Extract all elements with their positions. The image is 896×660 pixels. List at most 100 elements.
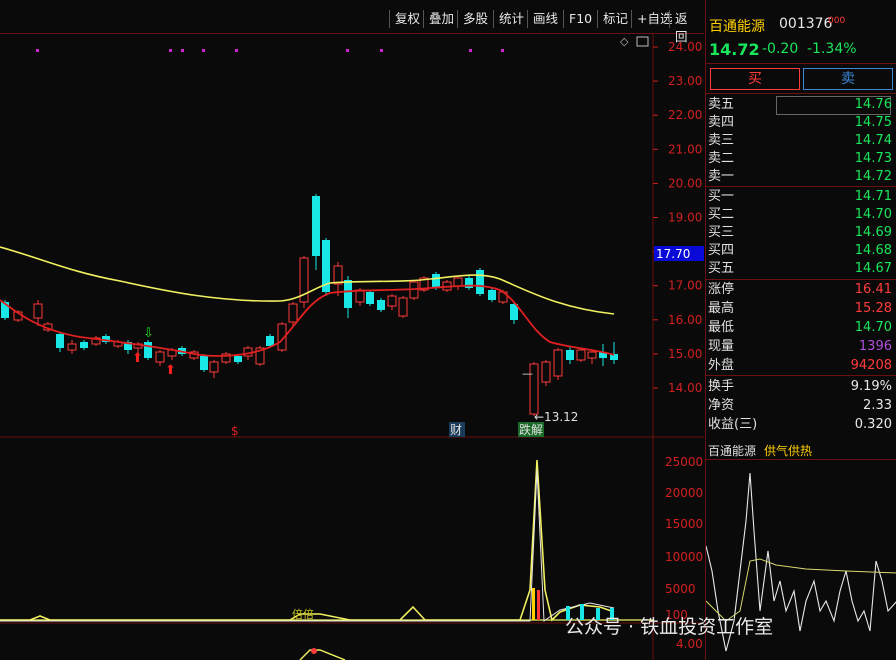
diamond-icon[interactable]: ◇ — [620, 35, 629, 48]
stat2-row[interactable]: 净资 2.33 — [708, 397, 894, 415]
ask-row-label: 卖二 — [708, 151, 735, 166]
bid-row[interactable]: 买五 14.67 — [708, 260, 894, 278]
stat-row[interactable]: 外盘 94208 — [708, 357, 894, 375]
ask-row-value: 14.76 — [854, 97, 892, 112]
bid-row-label: 买四 — [708, 243, 735, 258]
volume-tick-label: 25000 — [665, 455, 703, 469]
stat2-row-label: 收益(三) — [708, 417, 758, 432]
volume-tag: 倍倍 — [292, 607, 314, 621]
bid-row[interactable]: 买一 14.71 — [708, 188, 894, 206]
price-tick-label: 14.00 — [668, 381, 702, 395]
candle-body — [209, 361, 219, 373]
price-tick-label: 24.00 — [668, 40, 702, 54]
bid-row-label: 买二 — [708, 207, 735, 222]
stat-row[interactable]: 涨停 16.41 — [708, 281, 894, 299]
ask-row-value: 14.74 — [854, 133, 892, 148]
candle-body — [587, 351, 597, 359]
bid-row[interactable]: 买二 14.70 — [708, 206, 894, 224]
tag-s[interactable]: $ — [231, 424, 239, 438]
window-toggle-icon[interactable] — [636, 36, 649, 47]
price-tick-label: 15.00 — [668, 347, 702, 361]
bid-row[interactable]: 买三 14.69 — [708, 224, 894, 242]
toolbar-fuquan-button[interactable]: 复权 — [389, 10, 425, 28]
candle-body — [80, 342, 88, 348]
ask-row[interactable]: 卖一 14.72 — [708, 168, 894, 186]
stat2-row[interactable]: 换手 9.19% — [708, 378, 894, 396]
bid-row-label: 买五 — [708, 261, 735, 276]
bid-row-value: 14.70 — [854, 207, 892, 222]
price-tick-label: 20.00 — [668, 176, 702, 190]
price-change: -0.20 — [762, 41, 799, 57]
candle-body — [553, 349, 563, 377]
stat-row[interactable]: 最高 15.28 — [708, 300, 894, 318]
quote-panel: 百通能源 001376 000 14.72 -0.20 -1.34% 买 卖 卖… — [705, 0, 896, 440]
bid-row-label: 买三 — [708, 225, 735, 240]
price-tick-label: 22.00 — [668, 108, 702, 122]
ask-row-label: 卖三 — [708, 133, 735, 148]
candle-body — [155, 351, 165, 363]
bid-row-value: 14.71 — [854, 189, 892, 204]
dash-marker: — — [522, 367, 533, 380]
candle-body — [398, 297, 408, 317]
ask-row-value: 14.73 — [854, 151, 892, 166]
ask-row[interactable]: 卖二 14.73 — [708, 150, 894, 168]
candle-body — [576, 349, 586, 361]
ask-row[interactable]: 卖三 14.74 — [708, 132, 894, 150]
ask-row-label: 卖一 — [708, 169, 735, 184]
candle-body — [488, 290, 496, 300]
volume-tick-label: 20000 — [665, 486, 703, 500]
candle-body — [288, 303, 298, 323]
toolbar-duogu-button[interactable]: 多股 — [457, 10, 493, 28]
volume-tick-label: 15000 — [665, 517, 703, 531]
stat-row-label: 涨停 — [708, 282, 735, 297]
current-price-marker-label: 17.70 — [656, 247, 690, 261]
bid-row[interactable]: 买四 14.68 — [708, 242, 894, 260]
bid-row-label: 买一 — [708, 189, 735, 204]
toolbar-biaoji-button[interactable]: 标记 — [597, 10, 633, 28]
candle-body — [377, 300, 385, 310]
stat-row-label: 最低 — [708, 320, 735, 335]
price-tick-label: 16.00 — [668, 313, 702, 327]
stock-code: 001376 — [779, 16, 833, 32]
candle-body — [366, 292, 374, 304]
candle-body — [200, 356, 208, 370]
ask-row[interactable]: 卖四 14.75 — [708, 114, 894, 132]
ask-row-label: 卖五 — [708, 97, 735, 112]
indicator-line — [299, 649, 346, 660]
indicator-dot — [311, 648, 317, 654]
ask-row-value: 14.75 — [854, 115, 892, 130]
stat-row[interactable]: 现量 1396 — [708, 338, 894, 356]
candle-body — [476, 270, 484, 294]
stat-row[interactable]: 最低 14.70 — [708, 319, 894, 337]
kline-chart[interactable]: ◇ 24.0023.0022.0021.0020.0019.0018.0017.… — [0, 34, 704, 660]
volume-tick-label: 5000 — [665, 582, 696, 596]
bid-row-value: 14.68 — [854, 243, 892, 258]
stat2-row-value: 2.33 — [863, 398, 892, 413]
candlesticks — [1, 194, 618, 416]
toolbar-diejia-button[interactable]: 叠加 — [423, 10, 459, 28]
toolbar-back-button[interactable]: 返回 — [669, 10, 704, 44]
price-axis: 24.0023.0022.0021.0020.0019.0018.0017.00… — [653, 40, 702, 395]
stat-row-value: 16.41 — [854, 282, 892, 297]
volume-white-line — [0, 469, 615, 622]
price-tick-label: 19.00 — [668, 211, 702, 225]
toolbar-tongji-button[interactable]: 统计 — [493, 10, 529, 28]
stat-row-label: 外盘 — [708, 358, 735, 373]
stat2-row[interactable]: 收益(三) 0.320 — [708, 416, 894, 434]
mini-subtitle[interactable]: 供气供热 — [764, 442, 812, 459]
candle-body — [56, 334, 64, 348]
stock-name: 百通能源 — [709, 19, 765, 35]
buy-button[interactable]: 买 — [710, 68, 800, 90]
sell-button[interactable]: 卖 — [803, 68, 893, 90]
ask-row[interactable]: 卖五 14.76 — [708, 96, 894, 114]
volume-tick-label: 10000 — [665, 550, 703, 564]
stat2-row-value: 0.320 — [854, 417, 892, 432]
tag-diejie[interactable]: 跌解 — [519, 422, 543, 437]
toolbar-huaxian-button[interactable]: 画线 — [527, 10, 563, 28]
signal-dots — [36, 49, 504, 52]
stat-row-label: 最高 — [708, 301, 735, 316]
stat-row-value: 1396 — [858, 339, 892, 354]
toolbar-f10-button[interactable]: F10 — [563, 10, 597, 28]
tag-cai[interactable]: 财 — [450, 423, 462, 437]
candle-body — [67, 343, 77, 351]
